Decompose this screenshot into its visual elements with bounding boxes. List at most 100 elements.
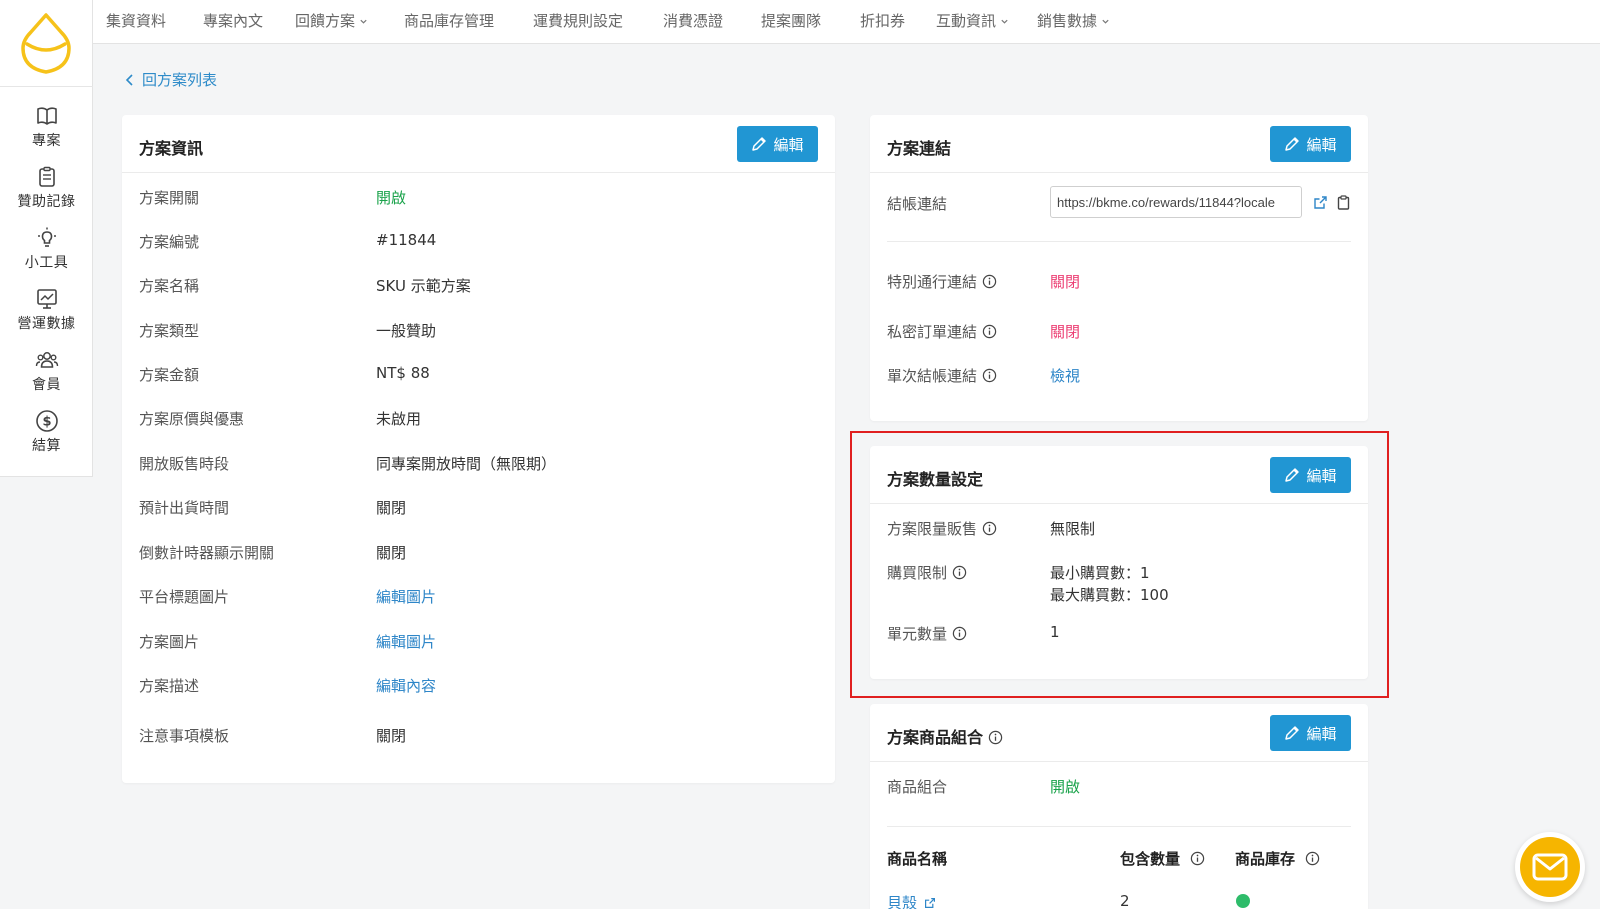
info-icon[interactable] bbox=[982, 274, 997, 289]
clipboard-icon bbox=[38, 166, 55, 187]
top-nav: 集資資料 專案內文 回饋方案 商品庫存管理 運費規則設定 消費憑證 提案團隊 折… bbox=[93, 0, 1600, 44]
sidebar-item-project[interactable]: 專案 bbox=[0, 104, 93, 150]
tab-label: 銷售數據 bbox=[1037, 12, 1098, 30]
card-title: 方案資訊 bbox=[139, 139, 204, 158]
info-icon[interactable] bbox=[982, 368, 997, 383]
chart-icon bbox=[36, 289, 57, 309]
tab-team[interactable]: 提案團隊 bbox=[761, 10, 821, 31]
info-icon[interactable] bbox=[1305, 851, 1320, 866]
tab-inventory[interactable]: 商品庫存管理 bbox=[404, 10, 494, 31]
sidebar-item-analytics[interactable]: 營運數據 bbox=[0, 287, 93, 333]
bundle-title: 方案商品組合 bbox=[887, 724, 1003, 748]
chevron-down-icon bbox=[1102, 19, 1109, 24]
lightbulb-icon bbox=[37, 227, 56, 247]
ship-time-value: 關閉 bbox=[376, 499, 407, 517]
countdown-value: 關閉 bbox=[376, 544, 407, 562]
row-label: 方案開關 bbox=[139, 189, 200, 207]
plan-amount-value: NT$ 88 bbox=[376, 364, 430, 382]
single-link-label: 單次結帳連結 bbox=[887, 365, 997, 386]
plan-name-value: SKU 示範方案 bbox=[376, 277, 471, 295]
members-icon bbox=[35, 352, 58, 368]
card-header: 方案資訊 編輯 bbox=[122, 115, 835, 173]
stock-status-dot bbox=[1236, 894, 1250, 908]
tab-sales-data[interactable]: 銷售數據 bbox=[1037, 10, 1110, 31]
col-header-label: 包含數量 bbox=[1120, 850, 1181, 868]
row-label: 單次結帳連結 bbox=[887, 367, 978, 385]
sale-period-value: 同專案開放時間（無限期） bbox=[376, 455, 557, 473]
info-icon[interactable] bbox=[982, 324, 997, 339]
col-header-qty: 包含數量 bbox=[1120, 848, 1205, 869]
dollar-icon: $ bbox=[35, 410, 58, 432]
notice-template-value: 關閉 bbox=[376, 727, 407, 745]
edit-label: 編輯 bbox=[1306, 135, 1337, 154]
sidebar: 專案 贊助記錄 小工具 營運數據 會員 $ 結算 bbox=[0, 0, 93, 477]
product-qty: 2 bbox=[1120, 892, 1130, 909]
chevron-down-icon bbox=[360, 19, 367, 24]
sidebar-item-label: 會員 bbox=[32, 377, 61, 393]
tab-interaction[interactable]: 互動資訊 bbox=[936, 10, 1009, 31]
card-header: 方案商品組合 編輯 bbox=[870, 704, 1368, 762]
sidebar-item-label: 結算 bbox=[32, 438, 61, 454]
edit-plan-info-button[interactable]: 編輯 bbox=[737, 126, 818, 162]
logo-divider bbox=[0, 86, 93, 87]
row-label: 倒數計時器顯示開關 bbox=[139, 544, 275, 562]
view-single-link[interactable]: 檢視 bbox=[1050, 365, 1080, 386]
sidebar-item-label: 營運數據 bbox=[17, 316, 76, 332]
edit-plan-link-button[interactable]: 編輯 bbox=[1270, 126, 1351, 162]
plan-link-card: 方案連結 編輯 結帳連結 特別通行連結 關閉 私密訂單連結 關閉 單次結帳連結 … bbox=[870, 115, 1368, 421]
logo-icon[interactable] bbox=[13, 10, 79, 76]
tab-shipping-rules[interactable]: 運費規則設定 bbox=[533, 10, 623, 31]
plan-number-value: #11844 bbox=[376, 231, 437, 249]
edit-title-image-link[interactable]: 編輯圖片 bbox=[376, 586, 436, 607]
info-icon[interactable] bbox=[1190, 851, 1205, 866]
row-label: 方案金額 bbox=[139, 366, 200, 384]
svg-text:$: $ bbox=[42, 415, 51, 430]
row-label: 特別通行連結 bbox=[887, 273, 978, 291]
sidebar-item-members[interactable]: 會員 bbox=[0, 348, 93, 394]
pencil-icon bbox=[1285, 726, 1300, 740]
divider bbox=[887, 826, 1351, 827]
plan-switch-value: 開啟 bbox=[376, 189, 407, 207]
back-link-label: 回方案列表 bbox=[142, 71, 218, 89]
sidebar-item-sponsor-records[interactable]: 贊助記錄 bbox=[0, 165, 93, 211]
info-icon[interactable] bbox=[988, 730, 1003, 745]
copy-icon[interactable] bbox=[1337, 195, 1350, 210]
row-label: 方案編號 bbox=[139, 233, 200, 251]
external-link-icon bbox=[925, 898, 936, 908]
row-label: 預計出貨時間 bbox=[139, 499, 230, 517]
row-label: 方案類型 bbox=[139, 322, 200, 340]
product-name-link[interactable]: 貝殼 bbox=[887, 892, 936, 909]
chevron-left-icon bbox=[125, 74, 133, 86]
mail-icon bbox=[1532, 853, 1568, 881]
row-label: 私密訂單連結 bbox=[887, 323, 978, 341]
col-header-stock: 商品庫存 bbox=[1235, 848, 1320, 869]
card-header: 方案連結 編輯 bbox=[870, 115, 1368, 173]
row-label: 平台標題圖片 bbox=[139, 588, 230, 606]
tab-project-content[interactable]: 專案內文 bbox=[203, 10, 263, 31]
tab-label: 回饋方案 bbox=[295, 12, 356, 30]
pencil-icon bbox=[1285, 137, 1300, 151]
highlight-box bbox=[850, 431, 1389, 698]
row-label: 開放販售時段 bbox=[139, 455, 230, 473]
tab-reward-plans[interactable]: 回饋方案 bbox=[295, 10, 368, 31]
external-link-icon[interactable] bbox=[1313, 195, 1328, 210]
tab-receipts[interactable]: 消費憑證 bbox=[663, 10, 723, 31]
plan-type-value: 一般贊助 bbox=[376, 322, 437, 340]
col-header-name: 商品名稱 bbox=[887, 850, 948, 868]
row-label: 方案圖片 bbox=[139, 633, 200, 651]
row-label: 方案原價與優惠 bbox=[139, 410, 245, 428]
pencil-icon bbox=[752, 137, 767, 151]
edit-plan-image-link[interactable]: 編輯圖片 bbox=[376, 631, 436, 652]
row-label: 注意事項模板 bbox=[139, 727, 230, 745]
chat-button[interactable] bbox=[1515, 832, 1585, 902]
back-to-plan-list-link[interactable]: 回方案列表 bbox=[125, 69, 217, 90]
checkout-url-input[interactable] bbox=[1050, 186, 1302, 218]
sidebar-item-tools[interactable]: 小工具 bbox=[0, 226, 93, 272]
edit-description-link[interactable]: 編輯內容 bbox=[376, 675, 436, 696]
tab-fundraising-data[interactable]: 集資資料 bbox=[106, 10, 166, 31]
row-label: 結帳連結 bbox=[887, 195, 948, 213]
row-label: 方案描述 bbox=[139, 677, 200, 695]
edit-bundle-button[interactable]: 編輯 bbox=[1270, 715, 1351, 751]
sidebar-item-settlement[interactable]: $ 結算 bbox=[0, 409, 93, 455]
tab-coupons[interactable]: 折扣券 bbox=[860, 10, 905, 31]
